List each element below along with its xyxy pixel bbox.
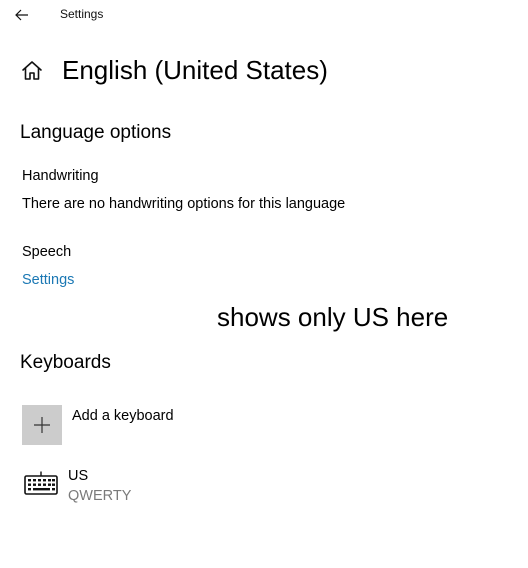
plus-icon: [34, 417, 50, 433]
handwriting-message: There are no handwriting options for thi…: [22, 196, 346, 212]
add-keyboard-label[interactable]: Add a keyboard: [72, 406, 174, 426]
add-keyboard-button[interactable]: [22, 405, 62, 445]
page-title: English (United States): [62, 55, 328, 85]
speech-settings-link[interactable]: Settings: [22, 270, 74, 290]
speech-label: Speech: [22, 244, 72, 260]
keyboard-item-name: US: [68, 468, 89, 484]
keyboard-item-layout: QWERTY: [68, 488, 132, 504]
handwriting-label: Handwriting: [22, 168, 99, 184]
window-title: Settings: [60, 7, 104, 21]
language-options-heading: Language options: [20, 122, 172, 143]
keyboard-icon: [24, 471, 58, 495]
home-icon: [22, 61, 42, 80]
back-arrow-icon: [15, 9, 28, 21]
keyboards-heading: Keyboards: [20, 352, 111, 373]
back-button[interactable]: [8, 2, 36, 28]
annotation-text: shows only US here: [217, 302, 449, 332]
keyboard-item-us[interactable]: US QWERTY: [22, 466, 222, 510]
